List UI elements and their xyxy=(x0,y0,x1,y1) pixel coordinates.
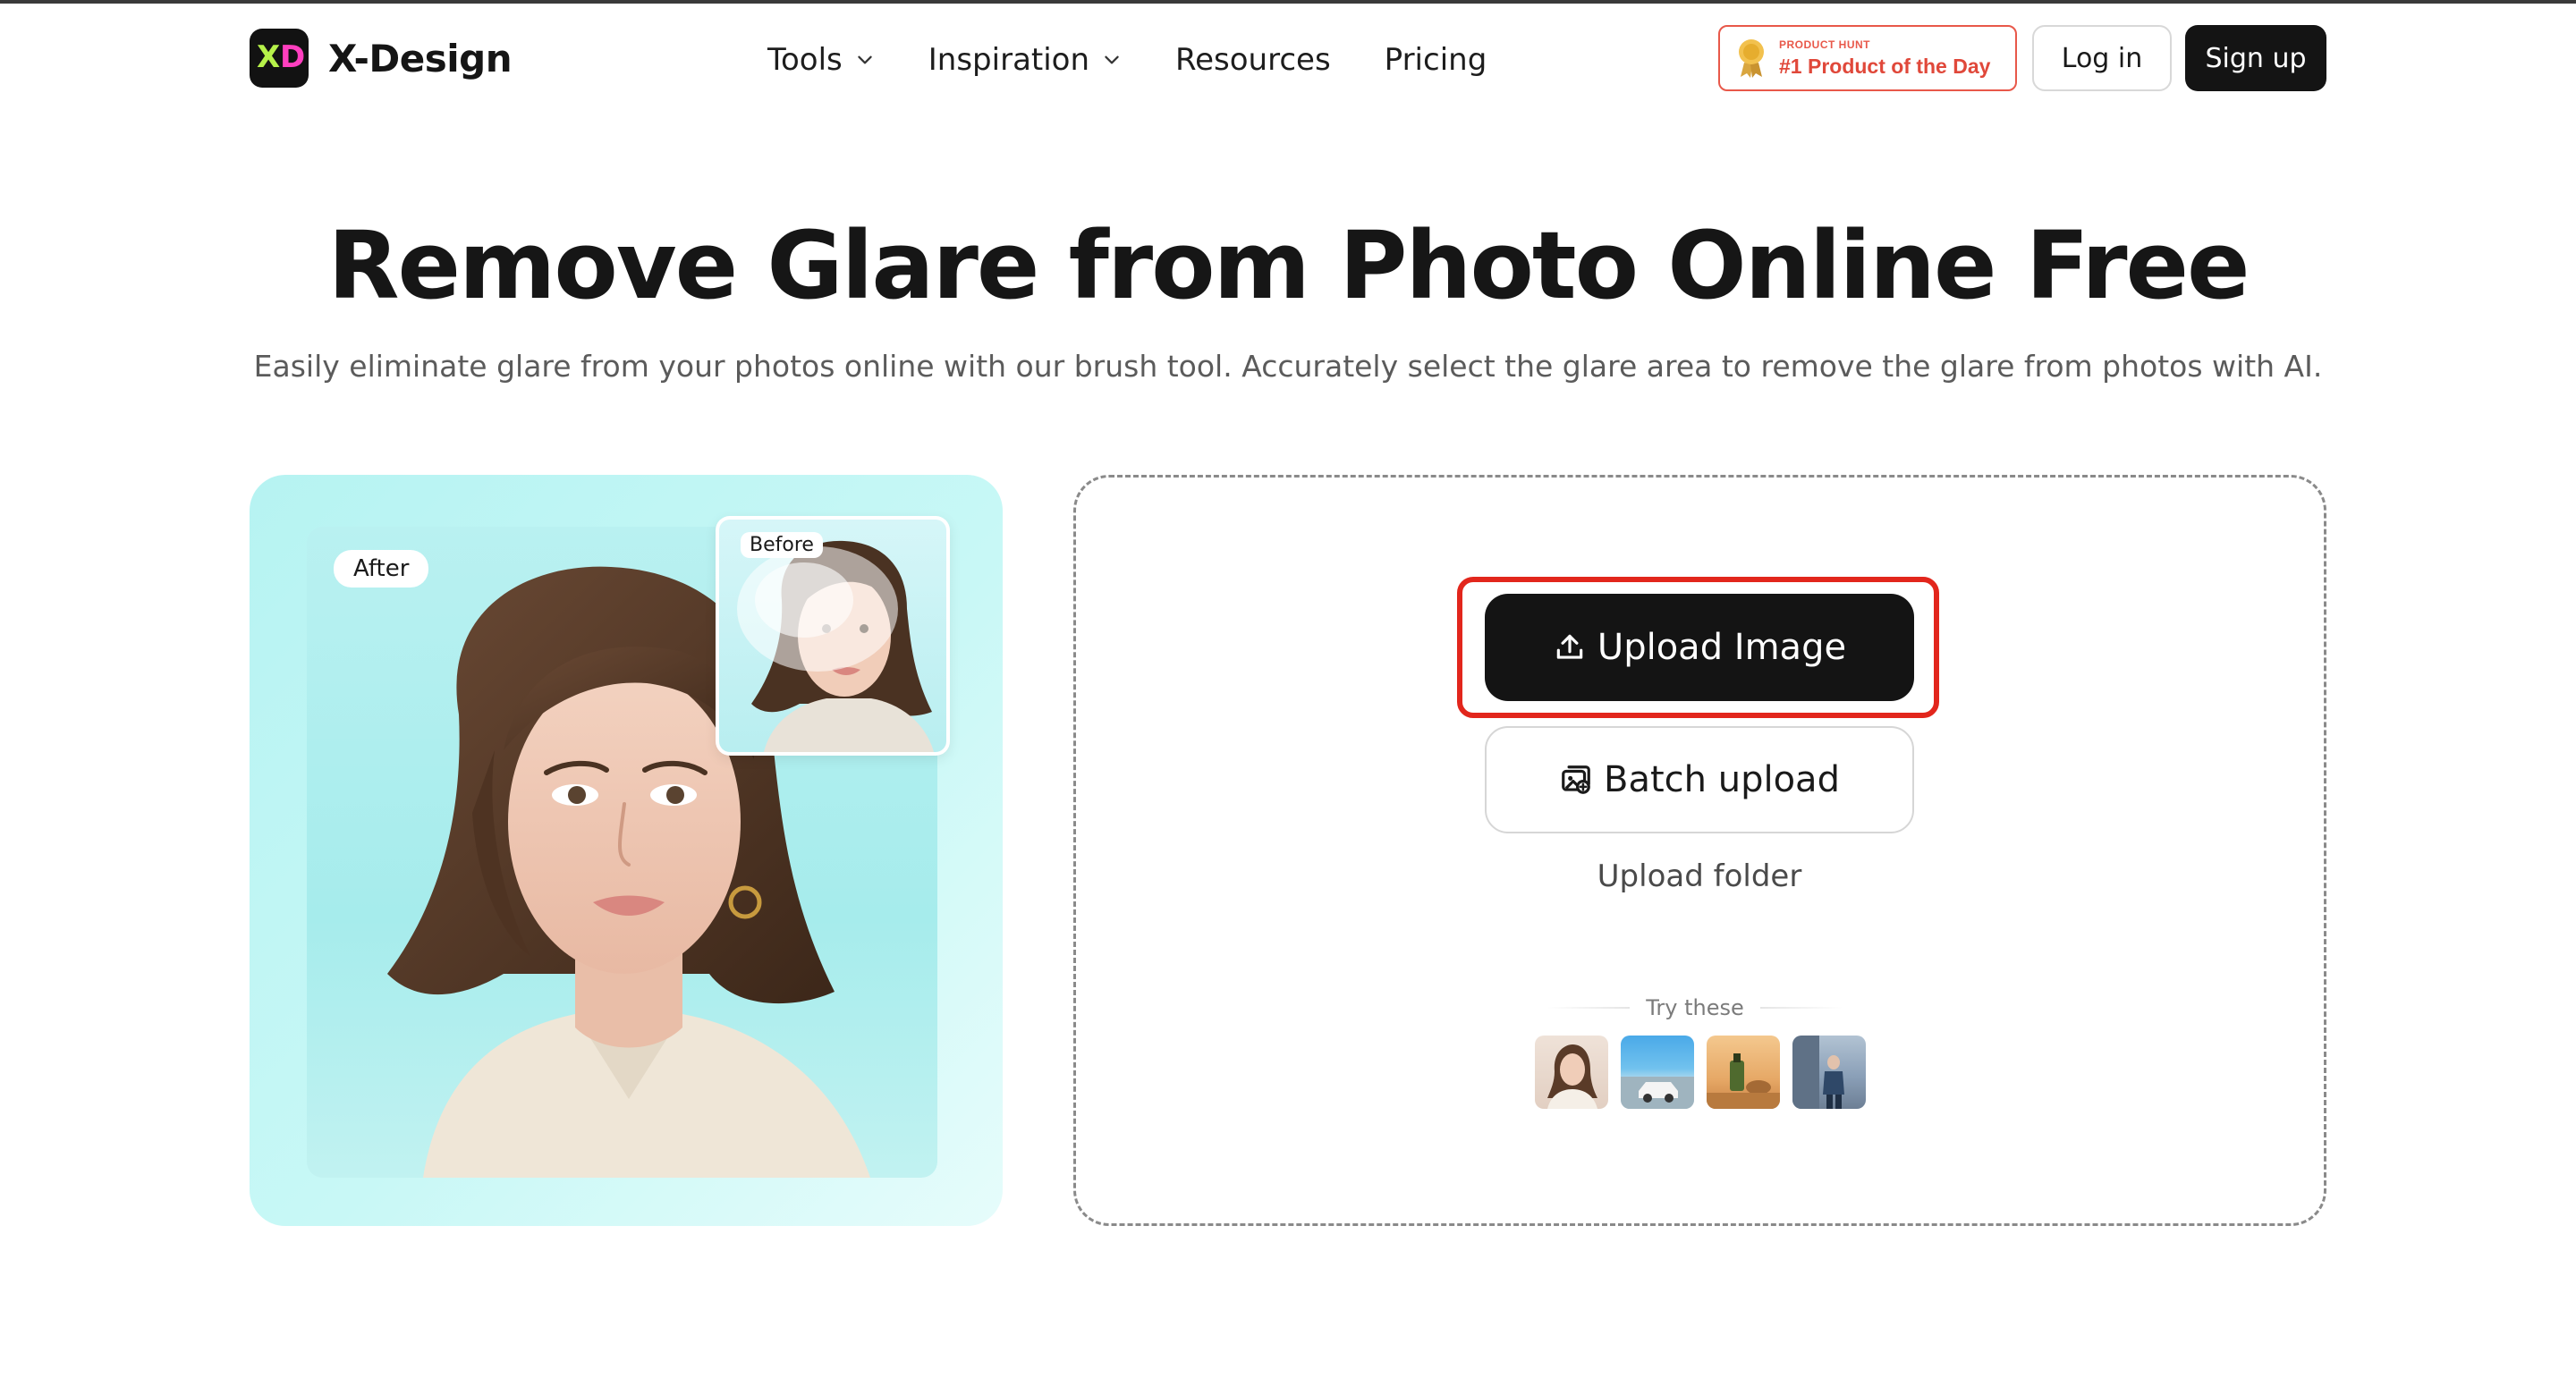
page-subtitle: Easily eliminate glare from your photos … xyxy=(253,349,2323,384)
batch-images-icon xyxy=(1562,765,1590,794)
nav-item-label: Tools xyxy=(767,42,843,78)
main-nav: Tools Inspiration Resources Pricing xyxy=(767,38,1540,82)
nav-item-label: Inspiration xyxy=(928,42,1090,78)
sample-image-street[interactable] xyxy=(1792,1036,1866,1109)
divider-line xyxy=(1759,1007,1843,1009)
site-header: XD X-Design Tools Inspiration Resources … xyxy=(0,4,2576,111)
signup-button[interactable]: Sign up xyxy=(2185,25,2326,91)
batch-upload-label: Batch upload xyxy=(1604,759,1840,800)
before-after-preview: After Before xyxy=(250,475,1003,1226)
nav-item-resources[interactable]: Resources xyxy=(1175,38,1331,82)
product-hunt-award: #1 Product of the Day xyxy=(1779,54,1991,78)
before-label: Before xyxy=(741,532,823,558)
nav-item-pricing[interactable]: Pricing xyxy=(1385,38,1487,82)
sample-image-car[interactable] xyxy=(1621,1036,1694,1109)
logo-icon: XD xyxy=(250,29,309,88)
nav-item-label: Pricing xyxy=(1384,42,1487,78)
sample-image-portrait[interactable] xyxy=(1535,1036,1608,1109)
before-thumbnail: Before xyxy=(716,516,950,756)
chevron-down-icon xyxy=(858,55,872,64)
page-title: Remove Glare from Photo Online Free xyxy=(327,211,2250,320)
batch-upload-button[interactable]: Batch upload xyxy=(1485,726,1914,833)
nav-item-tools[interactable]: Tools xyxy=(767,38,875,82)
medal-icon xyxy=(1739,39,1764,78)
chevron-down-icon xyxy=(1105,55,1119,64)
brand-name: X-Design xyxy=(328,36,513,80)
upload-icon xyxy=(1556,634,1583,659)
upload-image-label: Upload Image xyxy=(1597,627,1847,668)
brand-logo[interactable]: XD X-Design xyxy=(250,29,513,88)
nav-item-label: Resources xyxy=(1175,42,1331,78)
divider-line xyxy=(1547,1007,1631,1009)
try-these-divider: Try these xyxy=(1547,994,1843,1021)
after-label: After xyxy=(334,550,429,588)
sample-thumbnails xyxy=(1535,1036,1878,1109)
login-button[interactable]: Log in xyxy=(2032,25,2172,91)
product-hunt-label: PRODUCT HUNT xyxy=(1779,38,1870,51)
product-hunt-badge[interactable]: PRODUCT HUNT #1 Product of the Day xyxy=(1718,25,2017,91)
nav-item-inspiration[interactable]: Inspiration xyxy=(928,38,1122,82)
upload-folder-link[interactable]: Upload folder xyxy=(1485,858,1914,894)
sample-image-product[interactable] xyxy=(1707,1036,1780,1109)
upload-image-button[interactable]: Upload Image xyxy=(1485,594,1914,701)
try-these-label: Try these xyxy=(1646,995,1744,1020)
